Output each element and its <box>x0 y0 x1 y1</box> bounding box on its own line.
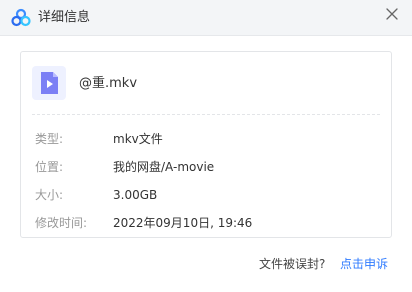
detail-value: 3.00GB <box>113 188 158 202</box>
detail-value: 2022年09月10日, 19:46 <box>113 216 253 230</box>
detail-label: 类型: <box>35 132 64 146</box>
file-details-dialog: 详细信息 @重.mkv 类型: mkv文件 位置: 我的网盘/A-movie 大… <box>0 0 412 292</box>
detail-row-modified: 修改时间: 2022年09月10日, 19:46 <box>21 214 391 232</box>
title-bar: 详细信息 <box>0 0 412 36</box>
baidu-netdisk-logo-icon <box>11 8 31 28</box>
detail-row-size: 大小: 3.00GB <box>21 186 391 204</box>
blocked-file-question: 文件被误封? <box>259 257 326 271</box>
close-icon[interactable] <box>383 5 401 23</box>
detail-label: 位置: <box>35 160 64 174</box>
dialog-title: 详细信息 <box>38 10 91 25</box>
file-name: @重.mkv <box>79 76 138 91</box>
detail-row-type: 类型: mkv文件 <box>21 130 391 148</box>
detail-label: 修改时间: <box>35 216 88 230</box>
detail-value: 我的网盘/A-movie <box>113 160 215 174</box>
divider <box>32 114 380 115</box>
file-info-card: @重.mkv 类型: mkv文件 位置: 我的网盘/A-movie 大小: 3.… <box>20 51 392 238</box>
detail-row-location: 位置: 我的网盘/A-movie <box>21 158 391 176</box>
detail-value: mkv文件 <box>113 132 163 146</box>
appeal-link[interactable]: 点击申诉 <box>340 256 388 272</box>
video-file-icon <box>32 66 66 100</box>
detail-label: 大小: <box>35 188 64 202</box>
